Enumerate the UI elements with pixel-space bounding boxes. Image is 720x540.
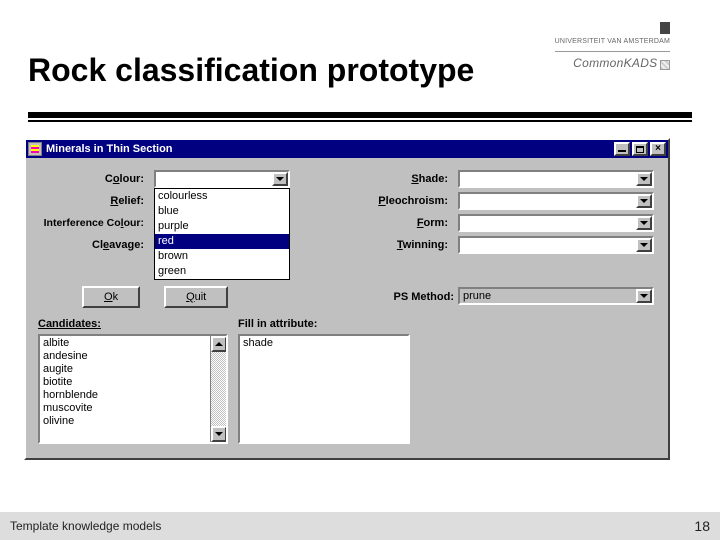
candidate-hornblende[interactable]: hornblende <box>43 389 207 402</box>
colour-option-colourless[interactable]: colourless <box>155 189 289 204</box>
pleochroism-combo[interactable] <box>458 192 654 210</box>
ps-method-combo-wrap: prune <box>458 287 654 305</box>
candidates-scrollbar[interactable] <box>210 336 226 442</box>
candidate-muscovite[interactable]: muscovite <box>43 402 207 415</box>
chevron-down-icon <box>640 294 648 298</box>
close-button[interactable]: × <box>650 142 666 156</box>
candidates-items: albiteandesineaugitebiotitehornblendemus… <box>40 336 210 442</box>
colour-option-green[interactable]: green <box>155 264 289 279</box>
rule-thin <box>28 120 692 122</box>
label-relief: Relief: <box>38 192 150 214</box>
uni-logo-icon <box>660 22 670 34</box>
buttons-row: Ok Quit <box>82 286 228 308</box>
label-cleavage: Cleavage: <box>38 236 150 258</box>
footer-text: Template knowledge models <box>10 519 161 533</box>
label-interference-colour: Interference Colour: <box>38 214 150 236</box>
colour-dropdown-button[interactable] <box>272 172 288 186</box>
scroll-up-button[interactable] <box>211 336 227 352</box>
chevron-down-icon <box>276 177 284 181</box>
label-candidates: Candidates: <box>38 318 101 330</box>
candidates-listbox[interactable]: albiteandesineaugitebiotitehornblendemus… <box>38 334 228 444</box>
candidate-andesine[interactable]: andesine <box>43 350 207 363</box>
candidate-albite[interactable]: albite <box>43 337 207 350</box>
arrow-down-icon <box>215 432 223 436</box>
label-colour: Colour: <box>38 170 150 192</box>
pleo-dropdown-button[interactable] <box>636 194 652 208</box>
shade-combo[interactable] <box>458 170 654 188</box>
shade-dropdown-button[interactable] <box>636 172 652 186</box>
label-shade: Shade: <box>350 170 454 192</box>
candidate-augite[interactable]: augite <box>43 363 207 376</box>
system-menu-icon[interactable] <box>28 142 42 156</box>
label-fill-attribute: Fill in attribute: <box>238 318 317 330</box>
candidate-olivine[interactable]: olivine <box>43 415 207 428</box>
uni-text: UNIVERSITEIT VAN AMSTERDAM <box>555 38 670 45</box>
minimize-button[interactable] <box>614 142 630 156</box>
colour-option-purple[interactable]: purple <box>155 219 289 234</box>
colour-value <box>156 172 272 186</box>
colour-dropdown-list[interactable]: colourlessbluepurpleredbrowngreen <box>154 188 290 280</box>
left-labels: Colour: Relief: Interference Colour: Cle… <box>38 170 150 258</box>
chevron-down-icon <box>640 177 648 181</box>
fill-item-shade[interactable]: shade <box>243 337 389 350</box>
colour-option-red[interactable]: red <box>155 234 289 249</box>
candidate-biotite[interactable]: biotite <box>43 376 207 389</box>
commonkads-text: CommonKADS <box>573 56 657 70</box>
minimize-icon <box>618 146 626 152</box>
maximize-button[interactable] <box>632 142 648 156</box>
fill-attribute-listbox[interactable]: shade <box>238 334 410 444</box>
fill-items: shade <box>240 336 392 442</box>
colour-option-brown[interactable]: brown <box>155 249 289 264</box>
titlebar[interactable]: Minerals in Thin Section × <box>26 140 668 158</box>
colour-option-blue[interactable]: blue <box>155 204 289 219</box>
label-twinning: Twinning: <box>350 236 454 258</box>
chevron-down-icon <box>640 243 648 247</box>
maximize-icon <box>636 146 644 153</box>
twinning-dropdown-button[interactable] <box>636 238 652 252</box>
pixel-icon <box>660 60 670 70</box>
ck-row: CommonKADS <box>555 51 670 70</box>
page-number: 18 <box>694 518 710 534</box>
label-ps-method: PS Method: <box>350 286 454 308</box>
chevron-down-icon <box>640 221 648 225</box>
minerals-window: Minerals in Thin Section × Colour: Relie… <box>24 138 670 460</box>
page-title: Rock classification prototype <box>28 52 474 89</box>
right-controls <box>458 170 654 254</box>
form-combo[interactable] <box>458 214 654 232</box>
rule-thick <box>28 112 692 118</box>
colour-combo[interactable] <box>154 170 290 188</box>
header-logos: UNIVERSITEIT VAN AMSTERDAM CommonKADS <box>555 22 670 70</box>
ps-dropdown-button[interactable] <box>636 289 652 303</box>
chevron-down-icon <box>640 199 648 203</box>
label-pleochroism: Pleochroism: <box>350 192 454 214</box>
footer-bar: Template knowledge models 18 <box>0 512 720 540</box>
quit-button[interactable]: Quit <box>164 286 228 308</box>
label-form: Form: <box>350 214 454 236</box>
window-title: Minerals in Thin Section <box>46 143 612 155</box>
arrow-up-icon <box>215 342 223 346</box>
form-dropdown-button[interactable] <box>636 216 652 230</box>
ps-method-combo[interactable]: prune <box>458 287 654 305</box>
right-labels: Shade: Pleochroism: Form: Twinning: <box>350 170 454 258</box>
scroll-down-button[interactable] <box>211 426 227 442</box>
ok-button[interactable]: Ok <box>82 286 140 308</box>
window-content: Colour: Relief: Interference Colour: Cle… <box>26 158 668 174</box>
twinning-combo[interactable] <box>458 236 654 254</box>
close-icon: × <box>655 145 661 153</box>
scroll-track[interactable] <box>211 352 226 426</box>
ps-method-value: prune <box>460 289 636 303</box>
